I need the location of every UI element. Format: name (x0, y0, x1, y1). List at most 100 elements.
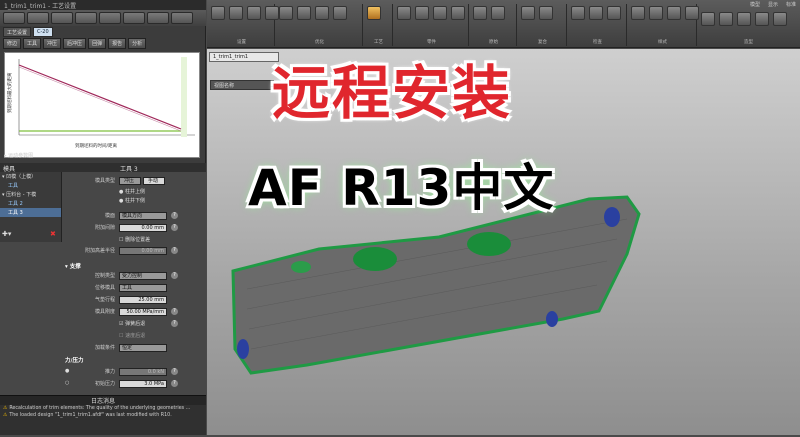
ribbon-icon[interactable] (211, 6, 225, 20)
ribbon-icon[interactable] (589, 6, 603, 20)
ribbon-tab-model[interactable]: 模型 (750, 1, 760, 8)
left-button-row: 修边 工具 冲压 后冲压 回弹 报告 分析 (0, 38, 206, 49)
ribbon-group: 造型 (699, 10, 798, 46)
ribbon-icon[interactable] (631, 6, 645, 20)
process-icon[interactable] (367, 6, 381, 20)
tree-item-tool-2[interactable]: 工具 2 (0, 199, 61, 208)
force-field[interactable]: 0.0 kN (119, 368, 167, 376)
chart-xlabel: 到期坯料的时间/距离 (75, 142, 118, 149)
control-type-select[interactable]: 受力控制 (119, 272, 167, 280)
stiffness-field[interactable]: 50.00 MPa/mm (119, 308, 167, 316)
tree-item-tool[interactable]: 工具 (0, 181, 61, 190)
dome-feature (353, 247, 397, 271)
toolbar-icon[interactable] (171, 12, 193, 24)
pressure-radio[interactable]: ○ (65, 380, 69, 386)
ribbon-icon[interactable] (229, 6, 243, 20)
support-section-title[interactable]: ▾ 支撑 (65, 262, 81, 270)
help-icon[interactable]: ? (171, 380, 178, 387)
view-tree-label[interactable]: 视图名称 (210, 80, 274, 90)
tree-item-upper-die[interactable]: ▾ 凹模（上模） (0, 172, 61, 181)
toolbar-icon[interactable] (27, 12, 49, 24)
ribbon-icon[interactable] (451, 6, 465, 20)
offset-field[interactable]: 0.00 mm (119, 224, 167, 232)
ribbon-icon[interactable] (667, 6, 681, 20)
ribbon-icon[interactable] (433, 6, 447, 20)
speed-back-checkbox[interactable]: ☐ 速度后退 (119, 332, 145, 339)
help-icon[interactable]: ? (171, 272, 178, 279)
force-radio[interactable]: ● (65, 368, 69, 374)
pressure-field[interactable]: 3.0 MPa (119, 380, 167, 388)
radio-upper[interactable]: ● 柱井上侧 (119, 188, 145, 195)
chart-footer-label: 运动参数图 (8, 153, 34, 159)
ribbon-icon[interactable] (737, 12, 751, 26)
tool-header: 模具 工具 3 (0, 163, 206, 173)
ribbon-icon[interactable] (473, 6, 487, 20)
ribbon-icon[interactable] (279, 6, 293, 20)
ribbon-icon[interactable] (701, 12, 715, 26)
ribbon-icon[interactable] (755, 12, 769, 26)
report-button[interactable]: 报告 (108, 38, 127, 49)
tool-button[interactable]: 工具 (23, 38, 42, 49)
help-icon[interactable]: ? (171, 247, 178, 254)
extra-radius-field[interactable]: 0.00 mm (119, 247, 167, 255)
mold-type-stamp-button[interactable]: 冲压 (119, 177, 141, 185)
chart-ylabel: 到期坯料最大的距离 (6, 72, 13, 113)
ribbon-icon[interactable] (607, 6, 621, 20)
trim-button[interactable]: 修边 (3, 38, 22, 49)
tab-process[interactable]: 工艺设置 (3, 27, 32, 37)
spring-back-checkbox[interactable]: ☑ 弹簧后退 (119, 320, 145, 327)
help-icon[interactable]: ? (171, 212, 178, 219)
die-face-select[interactable]: 模具方向 (119, 212, 167, 220)
load-condition-select[interactable]: 恒定 (119, 344, 167, 352)
ribbon-icon[interactable] (397, 6, 411, 20)
toolbar-icon[interactable] (3, 12, 25, 24)
ribbon-icon[interactable] (415, 6, 429, 20)
ribbon-icon[interactable] (491, 6, 505, 20)
left-tabs: 工艺设置 C-20 (0, 27, 206, 37)
dome-feature (291, 261, 311, 273)
ribbon-icon[interactable] (315, 6, 329, 20)
help-icon[interactable]: ? (171, 368, 178, 375)
ribbon-icon[interactable] (685, 6, 699, 20)
tree-item-tool-3[interactable]: 工具 3 (0, 208, 61, 217)
ribbon-icon[interactable] (297, 6, 311, 20)
ribbon-icon[interactable] (773, 12, 787, 26)
radio-lower[interactable]: ● 柱井下侧 (119, 197, 145, 204)
document-tab[interactable]: 1_trim1_trim1 (209, 52, 279, 62)
toolbar-icon[interactable] (75, 12, 97, 24)
position-tool-select[interactable]: 工具 (119, 284, 167, 292)
tab-c20[interactable]: C-20 (33, 27, 53, 37)
springback-button[interactable]: 回弹 (88, 38, 107, 49)
tree-item-binder[interactable]: ▾ 压料台 - 下模 (0, 190, 61, 199)
mold-type-manual-button[interactable]: 手动 (143, 177, 165, 185)
stamp-button[interactable]: 冲压 (43, 38, 62, 49)
ribbon-icon[interactable] (719, 12, 733, 26)
ribbon-tab-standard[interactable]: 标准 (786, 1, 796, 8)
kinematics-chart: 到期坯料最大的距离 到期坯料的时间/距离 (4, 52, 200, 158)
toolbar-icon[interactable] (147, 12, 169, 24)
ribbon-icon[interactable] (247, 6, 261, 20)
delete-diff-checkbox[interactable]: ☐ 删除位置差 (119, 236, 150, 243)
cushion-stroke-field[interactable]: 25.00 mm (119, 296, 167, 304)
ribbon-group: 设置 (209, 4, 279, 46)
ribbon-icon[interactable] (539, 6, 553, 20)
ribbon-tab-display[interactable]: 显示 (768, 1, 778, 8)
help-icon[interactable]: ? (171, 308, 178, 315)
poststamp-button[interactable]: 后冲压 (63, 38, 87, 49)
analysis-button[interactable]: 分析 (128, 38, 147, 49)
toolbar-icon[interactable] (51, 12, 73, 24)
delete-icon[interactable]: ✖ (50, 230, 56, 238)
add-tool-icon[interactable]: ✚▾ (2, 230, 11, 238)
ribbon-icon[interactable] (333, 6, 347, 20)
help-icon[interactable]: ? (171, 224, 178, 231)
window-title: 1_trim1_trim1 - 工艺设置 (0, 0, 206, 10)
ribbon-icon[interactable] (649, 6, 663, 20)
process-toolbar (0, 10, 206, 26)
log-panel: 日志消息 ⚠ Recalculation of trim elements: Th… (0, 395, 206, 435)
help-icon[interactable]: ? (171, 320, 178, 327)
ribbon-icon[interactable] (521, 6, 535, 20)
toolbar-icon[interactable] (99, 12, 121, 24)
toolbar-icon[interactable] (123, 12, 145, 24)
tool-properties: 模具类型 冲压 手动 ● 柱井上侧 ● 柱井下侧 模面 模具方向 ? 附加间隙 … (63, 172, 203, 394)
ribbon-icon[interactable] (571, 6, 585, 20)
